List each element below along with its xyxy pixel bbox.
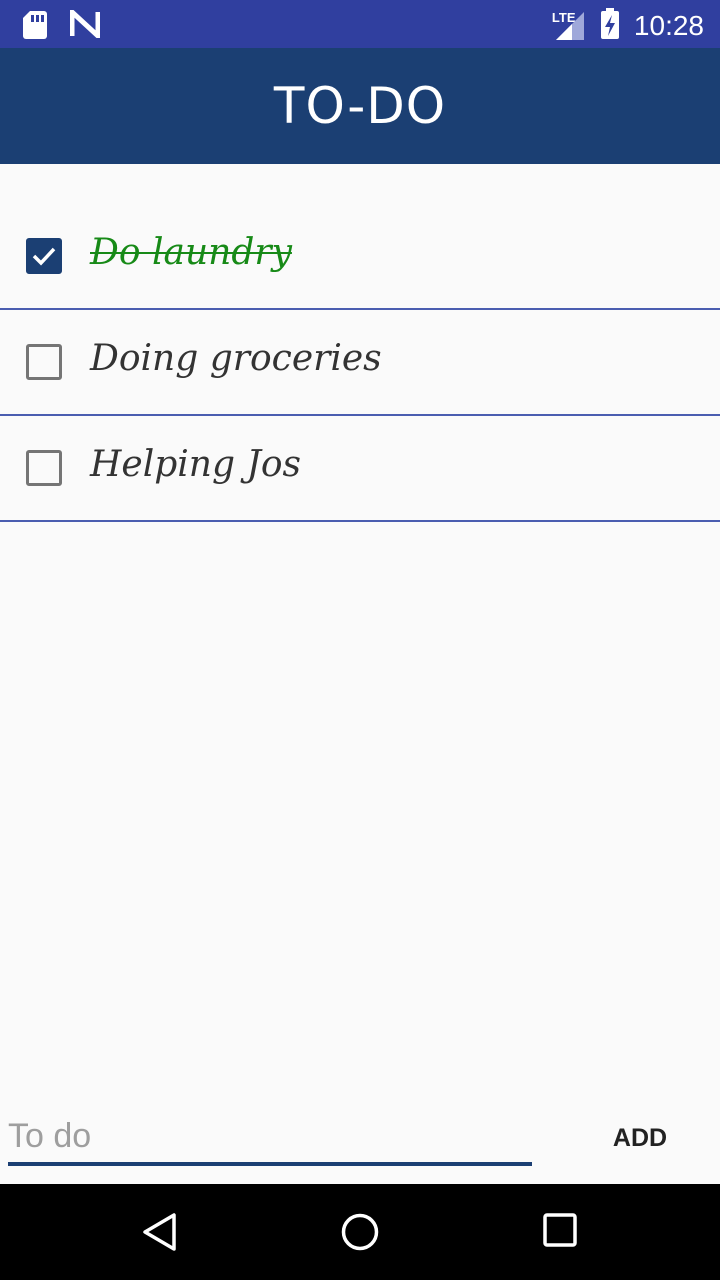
battery-charging-icon: [600, 8, 620, 44]
todo-list: Do laundry Doing groceries Helping Jos: [0, 204, 720, 522]
todo-text: Do laundry: [90, 232, 292, 273]
todo-item[interactable]: Do laundry: [0, 204, 720, 310]
recents-icon[interactable]: [542, 1212, 578, 1252]
todo-checkbox[interactable]: [26, 344, 62, 380]
checkmark-icon: [32, 247, 56, 266]
app-bar: TO-DO: [0, 48, 720, 164]
navigation-bar: [0, 1184, 720, 1280]
home-icon[interactable]: [340, 1212, 380, 1256]
todo-input[interactable]: [8, 1110, 532, 1166]
status-bar: LTE 10:28: [0, 0, 720, 48]
status-clock: 10:28: [633, 10, 704, 41]
new-todo-row: ADD: [0, 1100, 720, 1184]
add-button[interactable]: ADD: [590, 1114, 690, 1162]
todo-item[interactable]: Doing groceries: [0, 310, 720, 416]
page-title: TO-DO: [273, 77, 447, 135]
todo-text: Doing groceries: [90, 338, 382, 379]
todo-text: Helping Jos: [90, 444, 302, 485]
back-icon[interactable]: [140, 1212, 180, 1256]
signal-icon: LTE: [550, 10, 586, 42]
todo-checkbox[interactable]: [26, 450, 62, 486]
n-notification-icon: [69, 6, 101, 44]
todo-item[interactable]: Helping Jos: [0, 416, 720, 522]
todo-checkbox-checked[interactable]: [26, 238, 62, 274]
sd-card-icon: [22, 10, 48, 44]
